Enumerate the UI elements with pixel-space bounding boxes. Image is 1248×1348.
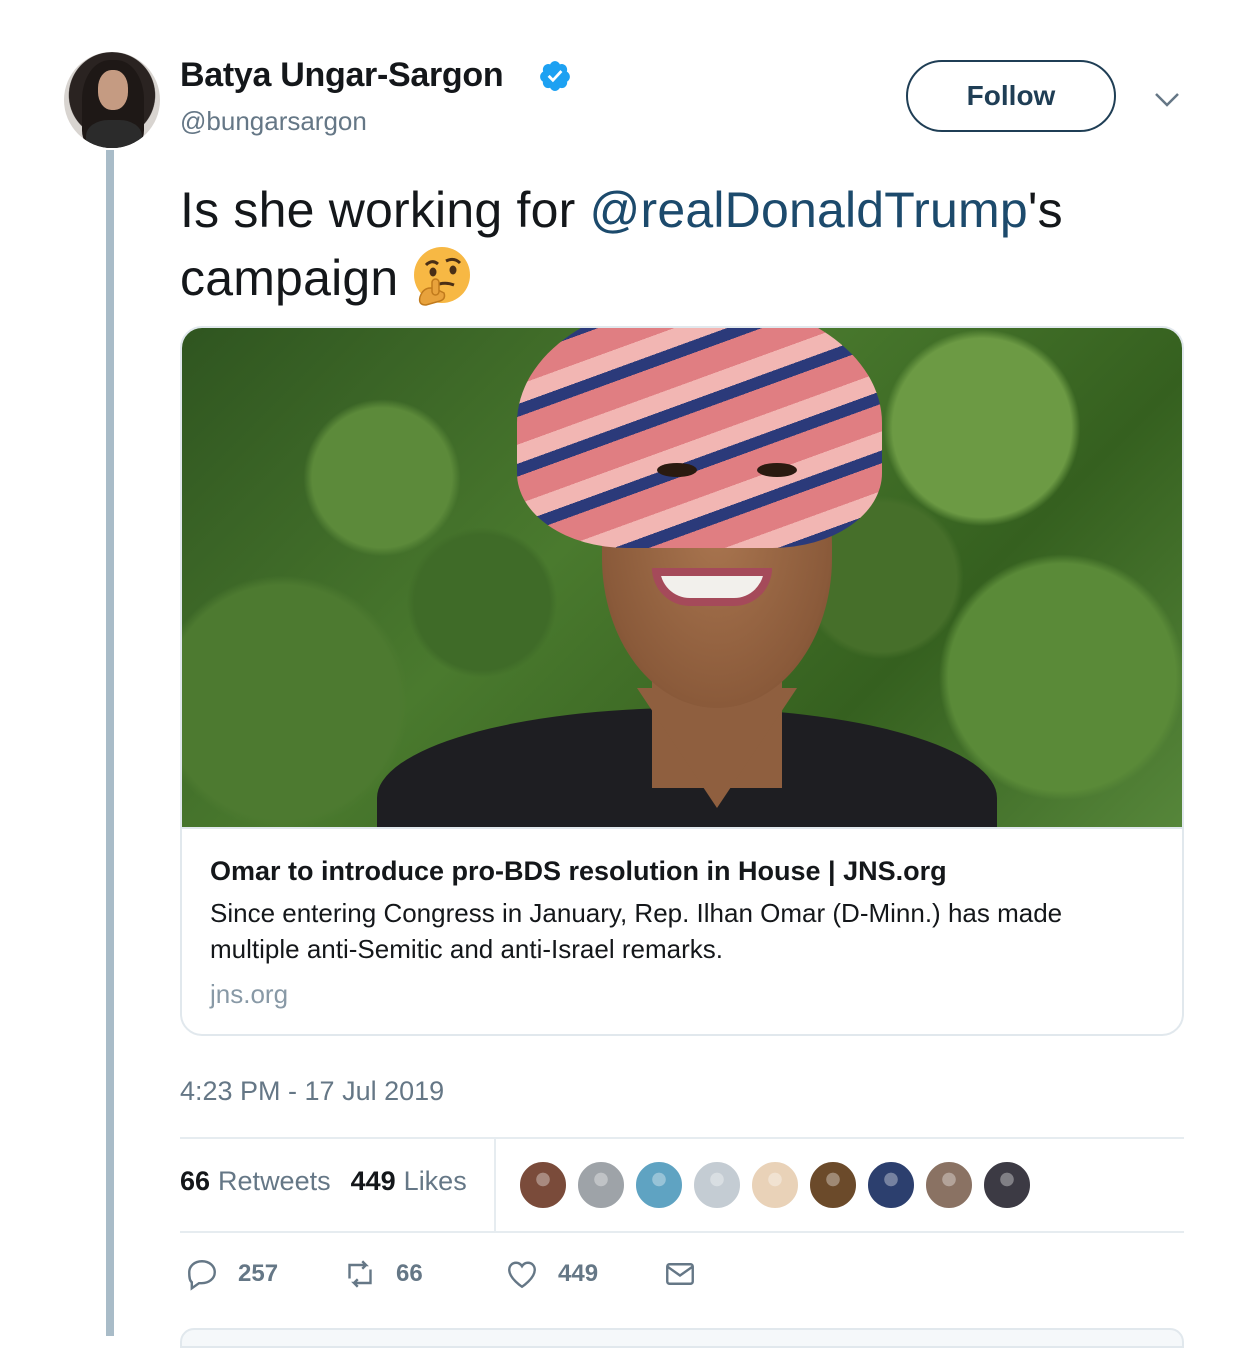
reply-button[interactable]: 257 [184,1256,278,1292]
likes-label: Likes [403,1166,467,1196]
retweets-count: 66 [180,1166,211,1196]
card-image [182,328,1182,829]
likes-stat[interactable]: 449 Likes [351,1166,467,1197]
liker-avatar[interactable] [692,1160,742,1210]
author-avatar[interactable] [64,52,160,148]
retweet-count: 66 [396,1260,423,1287]
envelope-icon [666,1263,694,1285]
tweet-text: Is she working for @realDonaldTrump's ca… [180,176,1190,312]
card-title: Omar to introduce pro-BDS resolution in … [210,856,947,886]
next-tweet-edge [180,1328,1184,1348]
liker-avatar[interactable] [866,1160,916,1210]
author-display-name[interactable]: Batya Ungar-Sargon [180,56,504,95]
likes-count: 449 [350,1166,396,1196]
follow-button[interactable]: Follow [906,60,1116,132]
author-handle[interactable]: @bungarsargon [180,106,367,137]
retweet-button[interactable]: 66 [342,1256,423,1292]
liker-avatar[interactable] [634,1160,684,1210]
tweet-text-before: Is she working for [180,182,590,238]
divider-bottom [180,1231,1184,1233]
reply-icon [188,1260,216,1291]
reply-count: 257 [238,1260,279,1287]
divider-top [180,1137,1184,1139]
direct-message-button[interactable] [662,1256,716,1292]
avatar-shirt [86,120,142,148]
like-count: 449 [558,1260,599,1287]
photo-smile [652,568,772,606]
thread-line [106,150,114,1336]
link-preview-card[interactable]: Omar to introduce pro-BDS resolution in … [180,326,1184,1036]
tweet-stats: 66 Retweets 449 Likes [180,1166,487,1197]
retweets-label: Retweets [218,1166,331,1196]
mention-link[interactable]: @realDonaldTrump [590,182,1028,238]
photo-eye-left [657,463,697,477]
liker-avatar[interactable] [576,1160,626,1210]
stats-separator [494,1138,496,1232]
liker-avatars [518,1160,1040,1210]
like-button[interactable]: 449 [504,1256,598,1292]
verified-badge-icon [540,61,570,91]
retweet-icon [348,1260,372,1288]
heart-icon [508,1261,536,1289]
liker-avatar[interactable] [982,1160,1032,1210]
liker-avatar[interactable] [924,1160,974,1210]
liker-avatar[interactable] [518,1160,568,1210]
avatar-face [98,70,128,110]
liker-avatar[interactable] [750,1160,800,1210]
card-description: Since entering Congress in January, Rep.… [210,898,1063,964]
card-domain: jns.org [210,979,289,1009]
photo-headwrap [517,328,882,548]
tweet-timestamp[interactable]: 4:23 PM - 17 Jul 2019 [180,1076,444,1107]
liker-avatar[interactable] [808,1160,858,1210]
thinking-face-icon [414,247,471,306]
photo-eye-right [757,463,797,477]
retweets-stat[interactable]: 66 Retweets [180,1166,331,1197]
chevron-down-icon[interactable] [1152,86,1182,112]
